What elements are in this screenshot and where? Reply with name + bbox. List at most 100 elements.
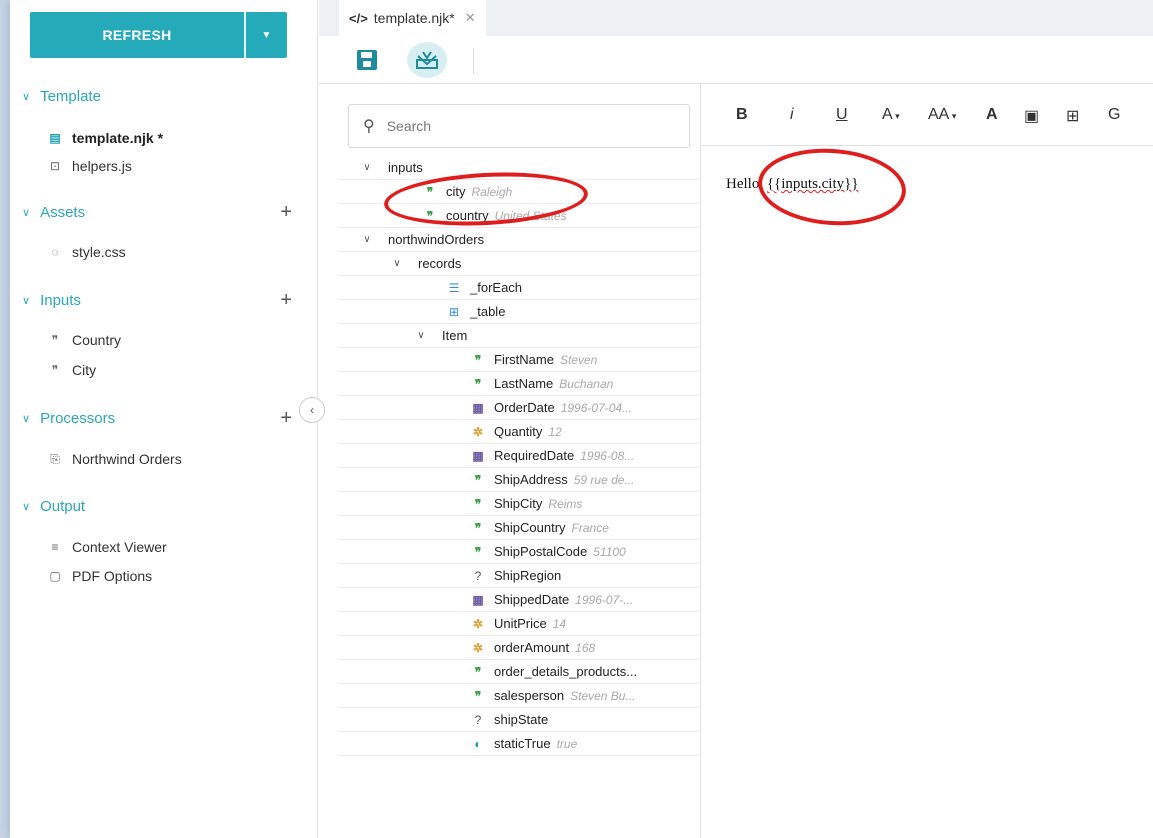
tree-row-statictrue[interactable]: ◐ staticTrue true	[338, 732, 701, 756]
table-icon[interactable]: ⊞	[1066, 106, 1079, 126]
font-size-button[interactable]: AA ▾	[928, 106, 956, 124]
pdf-icon: ▢	[49, 569, 61, 583]
sidebar-item-country[interactable]: ❞ Country	[46, 332, 121, 348]
close-tab-icon[interactable]: ✕	[465, 10, 476, 26]
tree-row-unitprice[interactable]: ✲ UnitPrice 14	[338, 612, 701, 636]
tree-key: ShipAddress	[494, 472, 568, 487]
sidebar-section-assets[interactable]: ∨ Assets +	[22, 201, 292, 224]
sidebar-item-label: PDF Options	[72, 568, 153, 584]
section-label: Assets	[40, 204, 86, 221]
tree-row-shipregion[interactable]: ? ShipRegion	[338, 564, 701, 588]
editor-body[interactable]: Hello, {{inputs.city}}	[702, 146, 1153, 838]
caret-down-icon: ▾	[949, 111, 957, 121]
table-icon: ⊞	[448, 304, 460, 319]
preview-button[interactable]	[407, 42, 447, 78]
tree-key: orderAmount	[494, 640, 570, 655]
sidebar-item-city[interactable]: ❞ City	[46, 362, 96, 378]
sidebar-item-context-viewer[interactable]: ≡ Context Viewer	[46, 539, 166, 555]
sidebar-item-template-njk[interactable]: ▤ template.njk *	[46, 130, 163, 146]
unknown-type-icon: ?	[474, 568, 482, 583]
highlight-button[interactable]: A	[986, 106, 998, 124]
chevron-down-icon[interactable]: ∨	[360, 234, 374, 245]
tree-value: true	[556, 736, 578, 751]
calendar-icon: ▦	[472, 448, 484, 463]
sidebar-item-helpers-js[interactable]: ⊡ helpers.js	[46, 158, 132, 174]
tree-key: ShippedDate	[494, 592, 570, 607]
code-icon: </>	[349, 10, 368, 26]
tree-row-lastname[interactable]: ❞ LastName Buchanan	[338, 372, 701, 396]
string-icon: ❞	[474, 520, 482, 535]
tree-key: records	[418, 256, 462, 271]
font-color-button[interactable]: A ▾	[882, 106, 900, 124]
chevron-down-icon[interactable]: ∨	[390, 258, 404, 269]
tree-value: 59 rue de...	[573, 472, 635, 487]
sidebar-section-processors[interactable]: ∨ Processors +	[22, 407, 292, 430]
sidebar-item-label: Country	[72, 332, 122, 348]
string-icon: ❞	[474, 544, 482, 559]
refresh-button[interactable]: REFRESH	[30, 12, 244, 58]
tree-key: ShipPostalCode	[494, 544, 588, 559]
number-icon: ✲	[472, 640, 484, 655]
refresh-dropdown-button[interactable]: ▼	[244, 12, 287, 58]
tree-key: RequiredDate	[494, 448, 575, 463]
string-icon: ❞	[474, 688, 482, 703]
tree-row--foreach[interactable]: ☰ _forEach	[338, 276, 701, 300]
sidebar-item-label: style.css	[72, 244, 126, 260]
tree-row-orderamount[interactable]: ✲ orderAmount 168	[338, 636, 701, 660]
tree-row-item[interactable]: ∨ Item	[338, 324, 701, 348]
sidebar-section-output[interactable]: ∨ Output	[22, 498, 292, 515]
tree-key: shipState	[494, 712, 549, 727]
tree-row-records[interactable]: ∨ records	[338, 252, 701, 276]
tree-row-firstname[interactable]: ❞ FirstName Steven	[338, 348, 701, 372]
tree-key: ShipCountry	[494, 520, 566, 535]
sidebar-item-northwind-orders[interactable]: ⎘ Northwind Orders	[46, 451, 182, 467]
tree-row-quantity[interactable]: ✲ Quantity 12	[338, 420, 701, 444]
tree-row--table[interactable]: ⊞ _table	[338, 300, 701, 324]
tree-row-shipaddress[interactable]: ❞ ShipAddress 59 rue de...	[338, 468, 701, 492]
tree-key: UnitPrice	[494, 616, 547, 631]
save-icon[interactable]	[357, 50, 377, 70]
tree-row-orderdate[interactable]: ▦ OrderDate 1996-07-04...	[338, 396, 701, 420]
sidebar-item-pdf-options[interactable]: ▢ PDF Options	[46, 568, 152, 584]
more-tools-icon[interactable]: G	[1108, 106, 1120, 124]
processor-icon: ⎘	[50, 451, 60, 466]
tree-row-shipstate[interactable]: ? shipState	[338, 708, 701, 732]
add-inputs-button[interactable]: +	[280, 289, 292, 312]
tree-key: _forEach	[470, 280, 523, 295]
tree-row-salesperson[interactable]: ❞ salesperson Steven Bu...	[338, 684, 701, 708]
add-processors-button[interactable]: +	[280, 407, 292, 430]
tree-value: 1996-07-...	[575, 592, 634, 607]
tree-key: salesperson	[494, 688, 565, 703]
tab-template-njk[interactable]: </> template.njk* ✕	[339, 0, 486, 36]
sidebar-item-style-css[interactable]: ◌ style.css	[46, 244, 126, 260]
search-input[interactable]	[386, 118, 657, 134]
tree-row-northwindorders[interactable]: ∨ northwindOrders	[338, 228, 701, 252]
tree-row-shipcountry[interactable]: ❞ ShipCountry France	[338, 516, 701, 540]
chevron-down-icon: ∨	[22, 295, 31, 307]
sidebar-section-inputs[interactable]: ∨ Inputs +	[22, 289, 292, 312]
collapse-sidebar-button[interactable]: ‹	[299, 397, 325, 423]
chevron-down-icon[interactable]: ∨	[414, 330, 428, 341]
bold-button[interactable]: B	[736, 106, 748, 124]
chevron-down-icon: ∨	[22, 207, 31, 219]
chevron-down-icon[interactable]: ∨	[360, 162, 374, 173]
sidebar-section-template[interactable]: ∨ Template	[22, 88, 292, 105]
search-icon: ⚲	[363, 118, 375, 135]
tree-value: 12	[548, 424, 562, 439]
image-icon[interactable]: ▣	[1024, 106, 1039, 126]
tree-key: Item	[442, 328, 468, 343]
unknown-type-icon: ?	[474, 712, 482, 727]
tree-key: LastName	[494, 376, 554, 391]
string-icon: ❞	[474, 664, 482, 679]
underline-button[interactable]: U	[836, 106, 848, 124]
tree-key: order_details_products...	[494, 664, 638, 679]
list-icon: ≡	[51, 540, 59, 554]
italic-button[interactable]: i	[790, 106, 794, 124]
tree-row-shippostalcode[interactable]: ❞ ShipPostalCode 51100	[338, 540, 701, 564]
tree-row-shippeddate[interactable]: ▦ ShippedDate 1996-07-...	[338, 588, 701, 612]
add-assets-button[interactable]: +	[280, 201, 292, 224]
tree-row-shipcity[interactable]: ❞ ShipCity Reims	[338, 492, 701, 516]
preview-icon	[416, 51, 438, 69]
tree-row-requireddate[interactable]: ▦ RequiredDate 1996-08...	[338, 444, 701, 468]
tree-row-order-details-products[interactable]: ❞ order_details_products...	[338, 660, 701, 684]
